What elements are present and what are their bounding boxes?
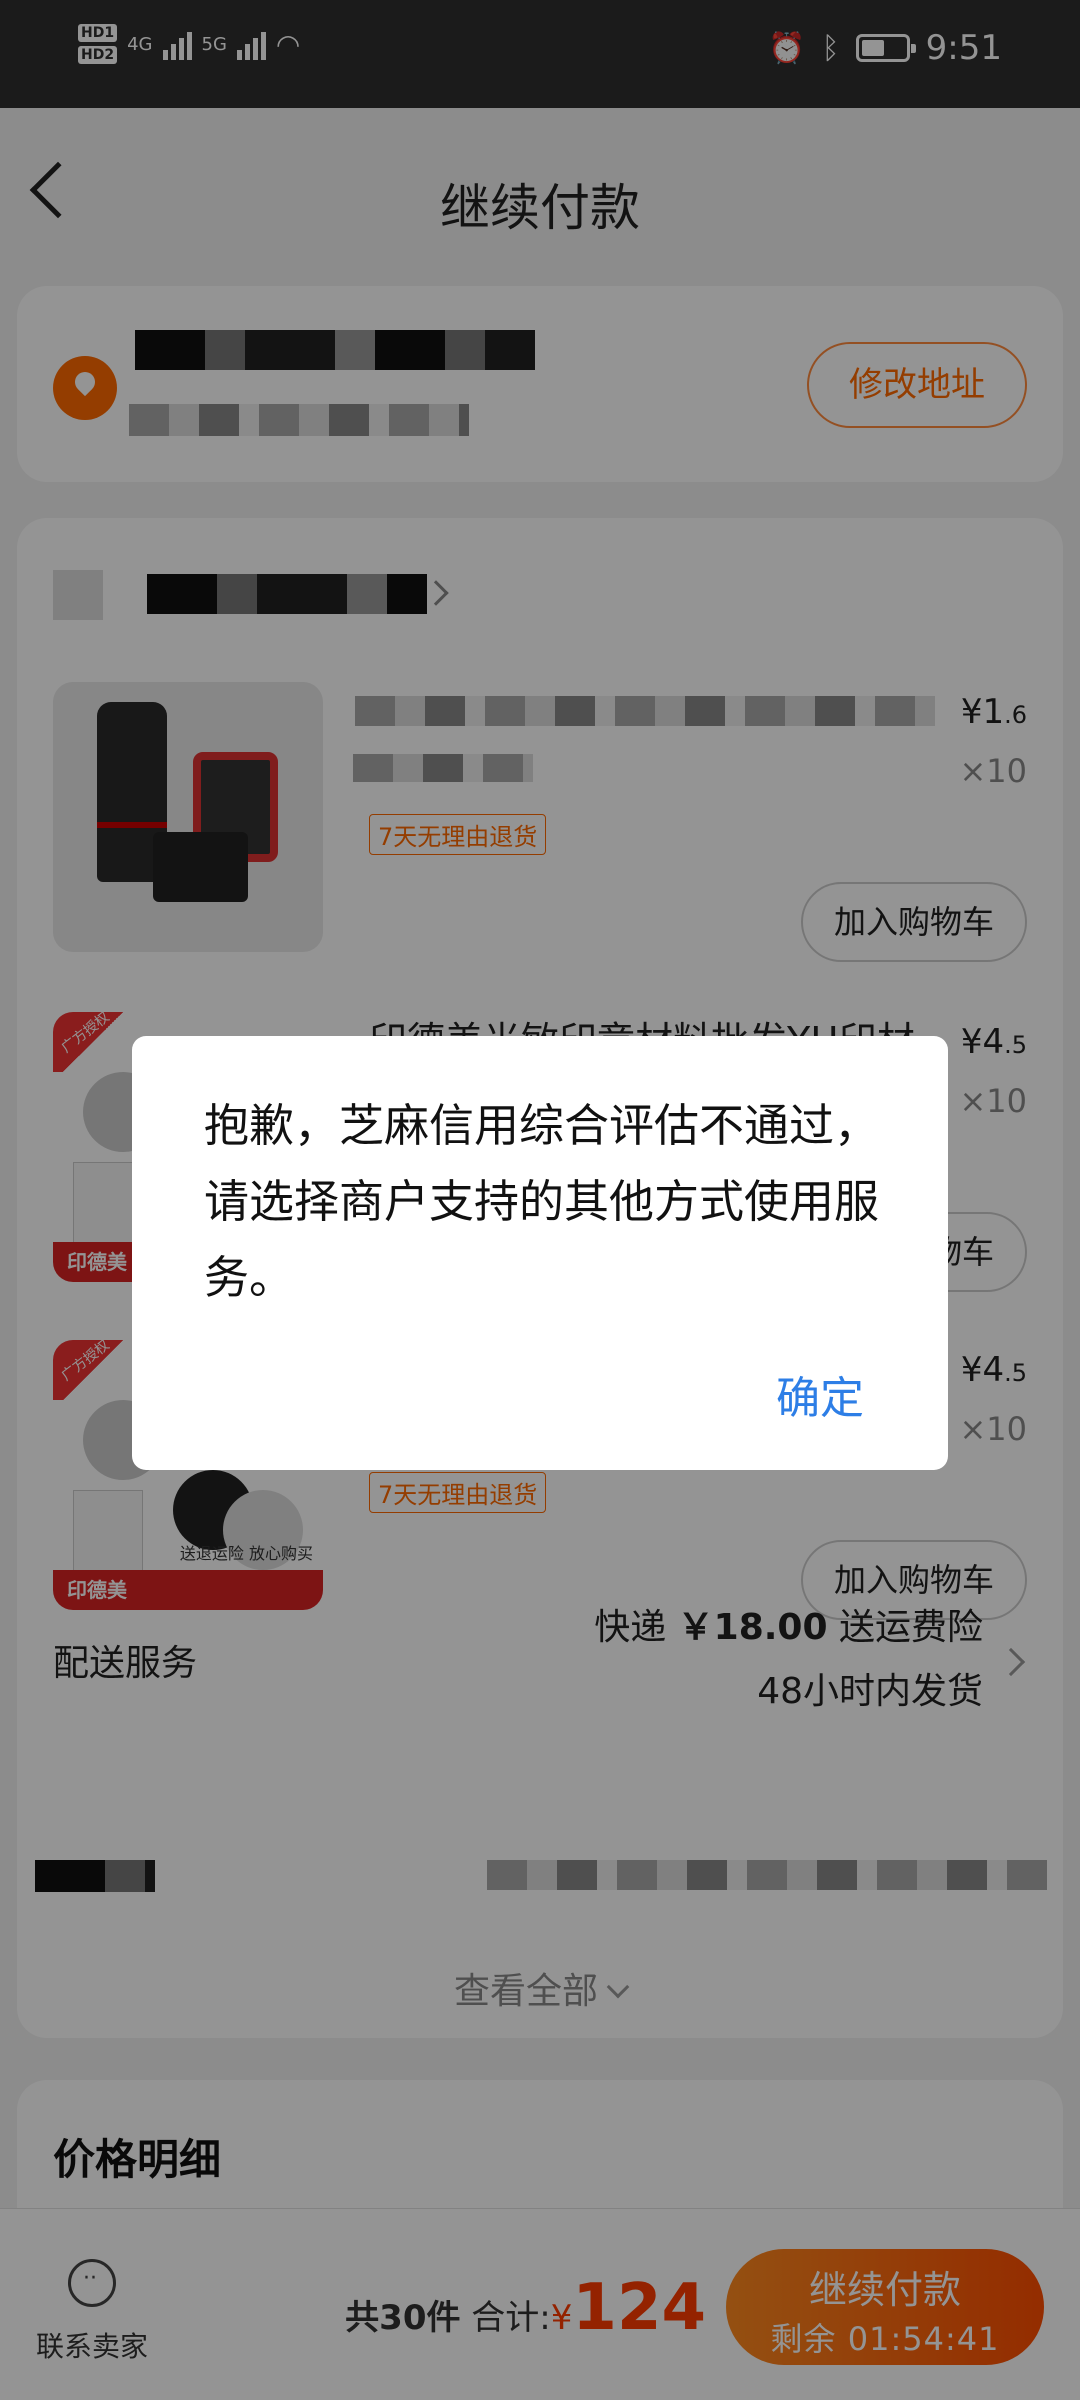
dialog-message: 抱歉，芝麻信用综合评估不通过，请选择商户支持的其他方式使用服务。 bbox=[204, 1099, 880, 1304]
modal-overlay: 抱歉，芝麻信用综合评估不通过，请选择商户支持的其他方式使用服务。 确定 bbox=[0, 0, 1080, 2400]
dialog-confirm-button[interactable]: 确定 bbox=[776, 1362, 864, 1426]
alert-dialog: 抱歉，芝麻信用综合评估不通过，请选择商户支持的其他方式使用服务。 确定 bbox=[132, 1036, 948, 1470]
